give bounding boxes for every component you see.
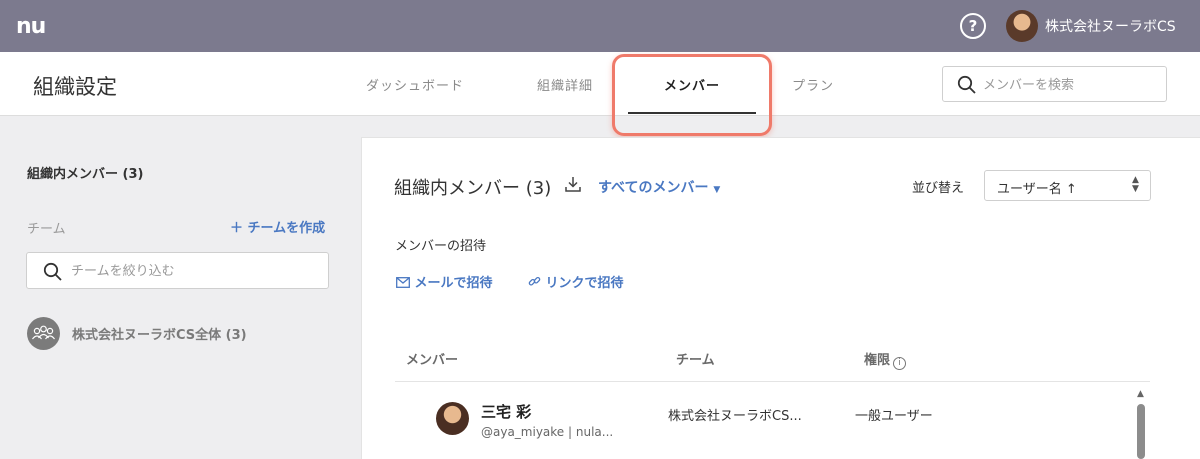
org-name[interactable]: 株式会社ヌーラボCS [1045, 16, 1176, 36]
tab-org-details[interactable]: 組織詳細 [537, 75, 593, 94]
sort-label: 並び替え [912, 181, 965, 196]
member-filter-dropdown[interactable]: すべてのメンバー ▼ [598, 177, 720, 197]
sort-value: ユーザー名 ↑ [997, 182, 1077, 197]
tab-highlight-annotation [612, 54, 772, 136]
select-arrows-icon: ▲ ▼ [1132, 175, 1139, 194]
table-header-divider [395, 381, 1150, 382]
invite-by-email-label: メールで招待 [414, 276, 493, 291]
member-search[interactable] [942, 66, 1167, 102]
link-icon [528, 276, 541, 291]
invite-by-link-button[interactable]: リンクで招待 [528, 272, 624, 291]
top-bar: nu ? 株式会社ヌーラボCS [0, 0, 1200, 52]
page-header: 組織設定 ダッシュボード 組織詳細 メンバー プラン [0, 52, 1200, 116]
member-team: 株式会社ヌーラボCS... [668, 409, 802, 424]
nulab-logo[interactable]: nu [16, 14, 46, 39]
member-name[interactable]: 三宅 彩 [481, 401, 531, 422]
column-header-role-label: 権限 [864, 353, 891, 368]
scrollbar-thumb[interactable] [1137, 404, 1145, 459]
tab-dashboard[interactable]: ダッシュボード [366, 75, 464, 94]
info-icon[interactable]: i [893, 357, 907, 370]
members-title: 組織内メンバー (3) [394, 178, 552, 199]
download-icon[interactable] [564, 175, 582, 197]
invite-by-link-label: リンクで招待 [545, 276, 624, 291]
member-role[interactable]: 一般ユーザー [855, 405, 933, 424]
tab-plan[interactable]: プラン [792, 75, 834, 94]
member-filter-label: すべてのメンバー [598, 180, 709, 196]
search-input[interactable] [983, 73, 1158, 97]
caret-down-icon: ▼ [713, 185, 721, 195]
help-icon[interactable]: ? [960, 13, 986, 39]
invite-by-email-button[interactable]: メールで招待 [396, 272, 493, 291]
search-icon [957, 75, 977, 99]
sidebar-members-link[interactable]: 組織内メンバー (3) [27, 163, 143, 182]
column-header-role: 権限 i [864, 349, 907, 370]
scroll-up-icon[interactable]: ▲ [1137, 389, 1144, 399]
page-title: 組織設定 [33, 75, 117, 99]
team-filter-input[interactable] [71, 259, 321, 283]
team-filter[interactable] [26, 252, 329, 289]
team-group-icon [27, 317, 60, 350]
sidebar-team-heading: チーム [27, 222, 66, 237]
column-header-member: メンバー [406, 353, 459, 368]
avatar [436, 402, 469, 435]
sidebar-item-team[interactable]: 株式会社ヌーラボCS全体 (3) [72, 324, 247, 343]
column-header-team: チーム [676, 353, 715, 368]
sort-select[interactable]: ユーザー名 ↑ ▲ ▼ [984, 170, 1151, 201]
member-handle: @aya_miyake | nula... [481, 425, 614, 439]
mail-icon [396, 276, 410, 291]
invite-heading: メンバーの招待 [395, 239, 487, 254]
create-team-button[interactable]: ＋ チームを作成 [230, 217, 325, 236]
search-icon [43, 262, 63, 286]
avatar[interactable] [1006, 10, 1038, 42]
